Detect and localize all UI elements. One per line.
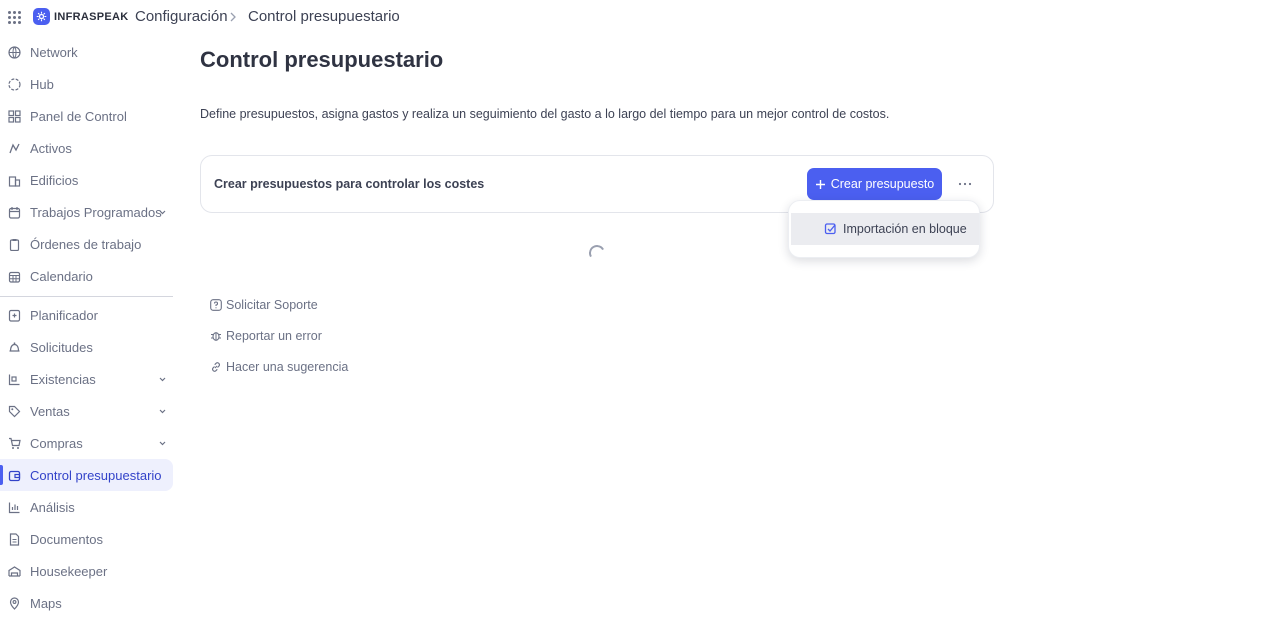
sidebar-item-compras[interactable]: Compras <box>0 427 173 459</box>
sidebar-item-housekeeper[interactable]: Housekeeper <box>0 555 173 587</box>
sidebar-item-label: Control presupuestario <box>30 467 162 483</box>
sidebar-item-documentos[interactable]: Documentos <box>0 523 173 555</box>
sidebar-item-activos[interactable]: Activos <box>0 132 173 164</box>
assets-icon <box>9 143 20 154</box>
chevron-down-icon <box>159 441 166 446</box>
sidebar-item-ordenes-de-trabajo[interactable]: Órdenes de trabajo <box>0 228 173 260</box>
sidebar-item-label: Calendario <box>30 268 93 284</box>
breadcrumb-current: Control presupuestario <box>248 8 400 25</box>
sidebar-item-maps[interactable]: Maps <box>0 587 173 619</box>
hub-icon <box>8 78 21 91</box>
create-budget-button[interactable]: Crear presupuesto <box>807 168 942 200</box>
sidebar-item-edificios[interactable]: Edificios <box>0 164 173 196</box>
apps-grid-icon[interactable] <box>8 11 21 24</box>
sidebar-item-solicitudes[interactable]: Solicitudes <box>0 331 173 363</box>
page-title: Control presupuestario <box>200 47 444 72</box>
bell-icon <box>9 342 20 352</box>
logo[interactable]: INFRASPEAK <box>33 8 129 25</box>
menu-item-bulk-import[interactable]: Importación en bloque <box>791 213 979 245</box>
help-link-support[interactable]: Solicitar Soporte <box>210 295 318 315</box>
sidebar-item-label: Compras <box>30 435 83 451</box>
help-circle-icon <box>210 299 222 311</box>
tag-icon <box>8 405 21 418</box>
sidebar-item-hub[interactable]: Hub <box>0 68 173 100</box>
bed-icon <box>8 566 21 577</box>
sidebar-item-calendario[interactable]: Calendario <box>0 260 173 292</box>
link-icon <box>212 362 220 372</box>
create-budget-label: Crear presupuesto <box>830 177 935 191</box>
help-link-report-error[interactable]: Reportar un error <box>210 326 322 346</box>
chevron-down-icon <box>159 210 166 215</box>
sidebar-item-label: Solicitudes <box>30 339 93 355</box>
sidebar-item-trabajos-programados[interactable]: Trabajos Programados <box>0 196 173 228</box>
calendar-icon <box>8 271 21 283</box>
infraspeak-logo-icon <box>33 8 50 25</box>
help-link-label: Hacer una sugerencia <box>226 360 349 374</box>
sidebar-item-existencias[interactable]: Existencias <box>0 363 173 395</box>
dashboard-icon <box>8 110 21 123</box>
wallet-icon <box>8 470 21 482</box>
sidebar-item-label: Network <box>30 44 78 60</box>
sidebar-item-label: Activos <box>30 140 72 156</box>
building-icon <box>8 176 21 187</box>
globe-icon <box>8 46 21 59</box>
document-icon <box>9 533 20 546</box>
chevron-down-icon <box>159 377 166 382</box>
top-bar: INFRASPEAK Configuración Control presupu… <box>0 0 1262 34</box>
sidebar-divider <box>0 296 173 297</box>
help-link-label: Reportar un error <box>226 329 322 343</box>
chevron-right-icon <box>229 10 237 28</box>
sidebar-item-panel-de-control[interactable]: Panel de Control <box>0 100 173 132</box>
bar-chart-icon <box>8 502 20 514</box>
sidebar-item-analisis[interactable]: Análisis <box>0 491 173 523</box>
sidebar-item-planificador[interactable]: Planificador <box>0 299 173 331</box>
loading-spinner-icon <box>587 243 607 263</box>
sidebar-item-label: Edificios <box>30 172 79 188</box>
sidebar-item-control-presupuestario[interactable]: Control presupuestario <box>0 459 173 491</box>
sidebar-item-label: Hub <box>30 76 54 92</box>
sidebar-item-label: Ventas <box>30 403 70 419</box>
sidebar-item-label: Trabajos Programados <box>30 204 162 220</box>
sidebar-item-label: Maps <box>30 595 62 611</box>
card-message: Crear presupuestos para controlar los co… <box>214 177 485 191</box>
more-horizontal-icon <box>958 182 972 186</box>
more-options-menu: Importación en bloque <box>788 200 980 258</box>
sidebar-item-label: Documentos <box>30 531 103 547</box>
clipboard-icon <box>9 239 20 251</box>
sidebar-item-label: Órdenes de trabajo <box>30 236 142 252</box>
sidebar-item-label: Análisis <box>30 499 75 515</box>
sidebar-item-label: Existencias <box>30 371 96 387</box>
edit-square-icon <box>824 223 836 235</box>
menu-item-label: Importación en bloque <box>843 222 967 236</box>
sidebar-item-label: Planificador <box>30 307 98 323</box>
sidebar-item-ventas[interactable]: Ventas <box>0 395 173 427</box>
stock-icon <box>8 374 20 386</box>
planner-icon <box>8 309 21 322</box>
map-pin-icon <box>9 597 20 610</box>
more-options-button[interactable] <box>953 172 977 196</box>
help-link-label: Solicitar Soporte <box>226 298 318 312</box>
sidebar-item-label: Panel de Control <box>30 108 127 124</box>
calendar-check-icon <box>8 207 21 219</box>
logo-text: INFRASPEAK <box>54 10 129 23</box>
help-link-suggestion[interactable]: Hacer una sugerencia <box>210 357 348 377</box>
sidebar-item-label: Housekeeper <box>30 563 108 579</box>
bug-icon <box>211 332 221 341</box>
sidebar-item-network[interactable]: Network <box>0 36 173 68</box>
chevron-down-icon <box>159 409 166 414</box>
plus-icon <box>815 179 825 189</box>
breadcrumb-configuracion[interactable]: Configuración <box>135 8 228 25</box>
page-description: Define presupuestos, asigna gastos y rea… <box>200 107 890 121</box>
cart-icon <box>9 437 21 449</box>
